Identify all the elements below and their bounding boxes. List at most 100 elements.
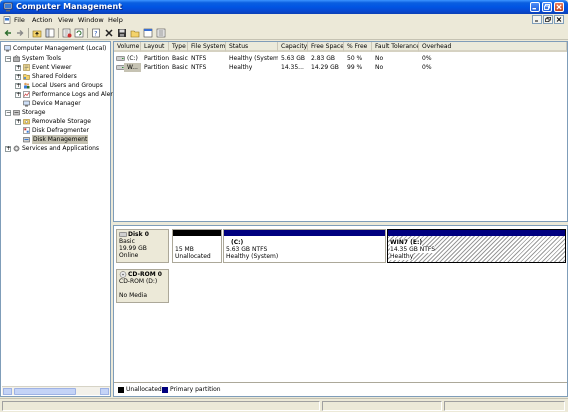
primary-partition-bar (224, 230, 385, 236)
expand-shared-folders-button[interactable]: + (15, 74, 21, 80)
cell-type: Basic (172, 64, 188, 71)
partition-unallocated[interactable]: 15 MB Unallocated (172, 229, 222, 263)
menu-action[interactable]: Action (32, 16, 52, 24)
save-disk-icon[interactable] (117, 28, 127, 38)
tree-label: Device Manager (32, 100, 81, 107)
expand-performance-logs-button[interactable]: + (15, 92, 21, 98)
toolbar-separator (58, 28, 59, 38)
scroll-right-button[interactable] (100, 388, 109, 395)
back-arrow-icon[interactable] (3, 28, 13, 38)
up-folder-icon[interactable] (32, 28, 42, 38)
menu-bar: File Action View Window Help (0, 14, 568, 26)
properties-icon[interactable] (62, 28, 72, 38)
delete-icon[interactable] (104, 28, 114, 38)
tree-horizontal-scrollbar[interactable] (2, 386, 110, 395)
toolbar-separator (87, 28, 88, 38)
cell-free-space: 14.29 GB (311, 64, 339, 71)
column-header-capacity[interactable]: Capacity (278, 42, 308, 52)
tree-label: Local Users and Groups (32, 82, 103, 89)
child-close-button[interactable] (554, 15, 564, 24)
disk-graphical-view[interactable]: Disk 0 Basic 19.99 GB Online 15 MB Unall… (113, 225, 568, 397)
cell-layout: Partition (144, 64, 169, 71)
minimize-button[interactable] (530, 2, 540, 12)
maximize-button[interactable] (542, 2, 552, 12)
document-icon[interactable] (3, 16, 11, 24)
child-restore-button[interactable] (543, 15, 553, 24)
partition-legend: Unallocated Primary partition (114, 382, 567, 396)
menu-file[interactable]: File (14, 16, 25, 24)
unallocated-bar (173, 230, 221, 236)
cell-status: Healthy (229, 64, 253, 71)
cell-fault-tolerance: No (375, 64, 384, 71)
removable-storage-icon (23, 119, 30, 125)
column-header-percent-free[interactable]: % Free (344, 42, 372, 52)
scroll-thumb[interactable] (14, 388, 76, 395)
menu-view[interactable]: View (58, 16, 73, 24)
forward-arrow-icon[interactable] (15, 28, 25, 38)
cdrom-0-name-row: CD-ROM 0 (119, 271, 166, 278)
menu-window[interactable]: Window (78, 16, 104, 24)
cd-drive-icon (119, 271, 127, 278)
legend-label-primary: Primary partition (170, 386, 221, 393)
scroll-left-button[interactable] (3, 388, 12, 395)
computer-management-icon (4, 45, 11, 52)
tree-label: Disk Management (32, 135, 89, 144)
status-segment (444, 401, 565, 411)
help-icon[interactable]: ? (91, 28, 101, 38)
collapse-system-tools-button[interactable]: − (5, 56, 11, 62)
close-button[interactable] (554, 2, 564, 12)
expand-event-viewer-button[interactable]: + (15, 65, 21, 71)
column-header-volume[interactable]: Volume (114, 42, 141, 52)
expand-services-button[interactable]: + (5, 146, 11, 152)
column-header-free-space[interactable]: Free Space (308, 42, 344, 52)
title-bar[interactable]: Computer Management (0, 0, 568, 14)
disk-0-type: Basic (119, 238, 135, 245)
cell-fault-tolerance: No (375, 55, 384, 62)
cdrom-0-device: CD-ROM (D:) (119, 278, 158, 285)
collapse-storage-button[interactable]: − (5, 110, 11, 116)
cell-overhead: 0% (422, 64, 432, 71)
disk-0-name: Disk 0 (128, 231, 149, 238)
expand-local-users-button[interactable]: + (15, 83, 21, 89)
toolbar-separator (28, 28, 29, 38)
show-hide-tree-icon[interactable] (45, 28, 55, 38)
export-list-icon[interactable] (156, 28, 166, 38)
volume-list[interactable]: Volume Layout Type File System Status Ca… (113, 41, 568, 222)
cell-status: Healthy (System) (229, 55, 278, 62)
column-header-overhead[interactable]: Overhead (419, 42, 567, 52)
column-header-fault-tolerance[interactable]: Fault Tolerance (372, 42, 419, 52)
tree-label: Services and Applications (22, 145, 100, 152)
partition-name: (C:) (231, 239, 244, 246)
device-manager-icon (23, 100, 30, 107)
storage-icon (13, 110, 20, 116)
cdrom-0-label[interactable]: CD-ROM 0 CD-ROM (D:) No Media (116, 269, 169, 303)
open-folder-icon[interactable] (130, 28, 140, 38)
tree-label: Shared Folders (32, 73, 77, 80)
cell-type: Basic (172, 55, 188, 62)
cell-volume: (C:) (127, 55, 138, 62)
disk-0-status: Online (119, 252, 139, 259)
disk-management-icon (23, 137, 30, 143)
partition-c[interactable]: (C:) 5.63 GB NTFS Healthy (System) (223, 229, 386, 263)
partition-e[interactable]: WIN7 (E:) 14.35 GB NTFS Healthy (387, 229, 566, 263)
partition-status: Unallocated (175, 253, 211, 260)
console-tree[interactable]: Computer Management (Local) − System Too… (0, 41, 115, 397)
refresh-icon[interactable] (74, 28, 84, 38)
status-segment (322, 401, 442, 411)
minimize-icon (535, 20, 538, 22)
disk-0-label[interactable]: Disk 0 Basic 19.99 GB Online (116, 229, 169, 263)
column-header-status[interactable]: Status (226, 42, 278, 52)
cell-file-system: NTFS (191, 55, 207, 62)
column-header-file-system[interactable]: File System (188, 42, 226, 52)
child-minimize-button[interactable] (532, 15, 542, 24)
tree-label: Performance Logs and Alert (32, 91, 116, 98)
expand-removable-storage-button[interactable]: + (15, 119, 21, 125)
cell-overhead: 0% (422, 55, 432, 62)
close-icon (556, 4, 562, 10)
column-header-type[interactable]: Type (169, 42, 188, 52)
new-window-icon[interactable] (143, 28, 153, 38)
menu-help[interactable]: Help (108, 16, 123, 24)
window-title: Computer Management (16, 2, 122, 11)
legend-swatch-primary (162, 387, 168, 393)
column-header-layout[interactable]: Layout (141, 42, 169, 52)
